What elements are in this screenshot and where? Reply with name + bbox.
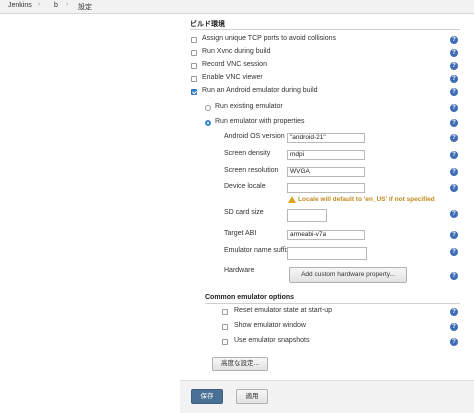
checkbox-run-xvnc[interactable] <box>191 50 197 56</box>
label-run-android-emulator: Run an Android emulator during build <box>202 87 318 94</box>
footer-bar <box>180 380 474 413</box>
help-icon[interactable]: ? <box>450 248 458 256</box>
section-divider <box>205 303 460 304</box>
label-run-xvnc: Run Xvnc during build <box>202 48 271 55</box>
breadcrumb-separator: › <box>38 1 41 8</box>
label-record-vnc: Record VNC session <box>202 61 267 68</box>
add-hardware-property-button[interactable]: Add custom hardware property... <box>289 267 407 283</box>
label-run-emulator-properties: Run emulator with properties <box>215 118 305 125</box>
help-icon[interactable]: ? <box>450 62 458 70</box>
section-divider <box>190 29 460 30</box>
help-icon[interactable]: ? <box>450 119 458 127</box>
checkbox-run-android-emulator[interactable] <box>191 89 197 95</box>
label-enable-vnc-viewer: Enable VNC viewer <box>202 74 263 81</box>
help-icon[interactable]: ? <box>450 151 458 159</box>
label-show-emulator-window: Show emulator window <box>234 322 306 329</box>
label-reset-emulator: Reset emulator state at start-up <box>234 307 333 314</box>
help-icon[interactable]: ? <box>450 231 458 239</box>
radio-run-emulator-properties[interactable] <box>205 120 211 126</box>
label-device-locale: Device locale <box>224 183 266 190</box>
screen-density-field[interactable]: mdpi <box>287 150 365 160</box>
help-icon[interactable]: ? <box>450 210 458 218</box>
device-locale-field[interactable] <box>287 183 365 193</box>
label-screen-resolution: Screen resolution <box>224 167 279 174</box>
locale-warning-text: Locale will default to 'en_US' if not sp… <box>298 196 435 203</box>
section-title-build-env: ビルド環境 <box>190 21 225 28</box>
save-button[interactable]: 保存 <box>191 389 223 404</box>
label-assign-tcp-ports: Assign unique TCP ports to avoid collisi… <box>202 35 336 42</box>
section-title-common-options: Common emulator options <box>205 294 295 301</box>
label-hardware: Hardware <box>224 267 255 274</box>
advanced-settings-button[interactable]: 高度な設定... <box>212 357 268 371</box>
label-run-existing-emulator: Run existing emulator <box>215 103 283 110</box>
checkbox-show-emulator-window[interactable] <box>222 324 228 330</box>
help-icon[interactable]: ? <box>450 49 458 57</box>
breadcrumb-separator: › <box>66 1 69 8</box>
breadcrumb-configure[interactable]: 設定 <box>78 2 92 12</box>
label-target-abi: Target ABI <box>224 230 257 237</box>
label-emulator-name-suffix: Emulator name suffix <box>224 247 290 254</box>
label-sd-card-size: SD card size <box>224 209 264 216</box>
help-icon[interactable]: ? <box>450 184 458 192</box>
checkbox-record-vnc[interactable] <box>191 63 197 69</box>
checkbox-reset-emulator[interactable] <box>222 309 228 315</box>
help-icon[interactable]: ? <box>450 272 458 280</box>
help-icon[interactable]: ? <box>450 323 458 331</box>
screen-resolution-field[interactable]: WVGA <box>287 167 365 177</box>
breadcrumb-jenkins[interactable]: Jenkins <box>8 2 32 9</box>
label-screen-density: Screen density <box>224 150 271 157</box>
breadcrumb-job[interactable]: b <box>54 2 58 9</box>
checkbox-enable-vnc-viewer[interactable] <box>191 76 197 82</box>
label-use-emulator-snapshots: Use emulator snapshots <box>234 337 310 344</box>
target-abi-field[interactable]: armeabi-v7a <box>287 230 365 240</box>
help-icon[interactable]: ? <box>450 88 458 96</box>
apply-button[interactable]: 適用 <box>236 389 268 404</box>
checkbox-assign-tcp-ports[interactable] <box>191 37 197 43</box>
emulator-name-suffix-field[interactable] <box>287 247 367 260</box>
help-icon[interactable]: ? <box>450 36 458 44</box>
sd-card-size-field[interactable] <box>287 209 327 222</box>
help-icon[interactable]: ? <box>450 168 458 176</box>
radio-run-existing-emulator[interactable] <box>205 105 211 111</box>
help-icon[interactable]: ? <box>450 104 458 112</box>
help-icon[interactable]: ? <box>450 338 458 346</box>
help-icon[interactable]: ? <box>450 308 458 316</box>
help-icon[interactable]: ? <box>450 134 458 142</box>
help-icon[interactable]: ? <box>450 75 458 83</box>
label-android-os-version: Android OS version <box>224 133 285 140</box>
checkbox-use-emulator-snapshots[interactable] <box>222 339 228 345</box>
warning-icon <box>288 196 296 203</box>
breadcrumb: Jenkins › b › 設定 <box>0 0 474 14</box>
android-os-version-field[interactable]: "android-21" <box>287 133 365 143</box>
